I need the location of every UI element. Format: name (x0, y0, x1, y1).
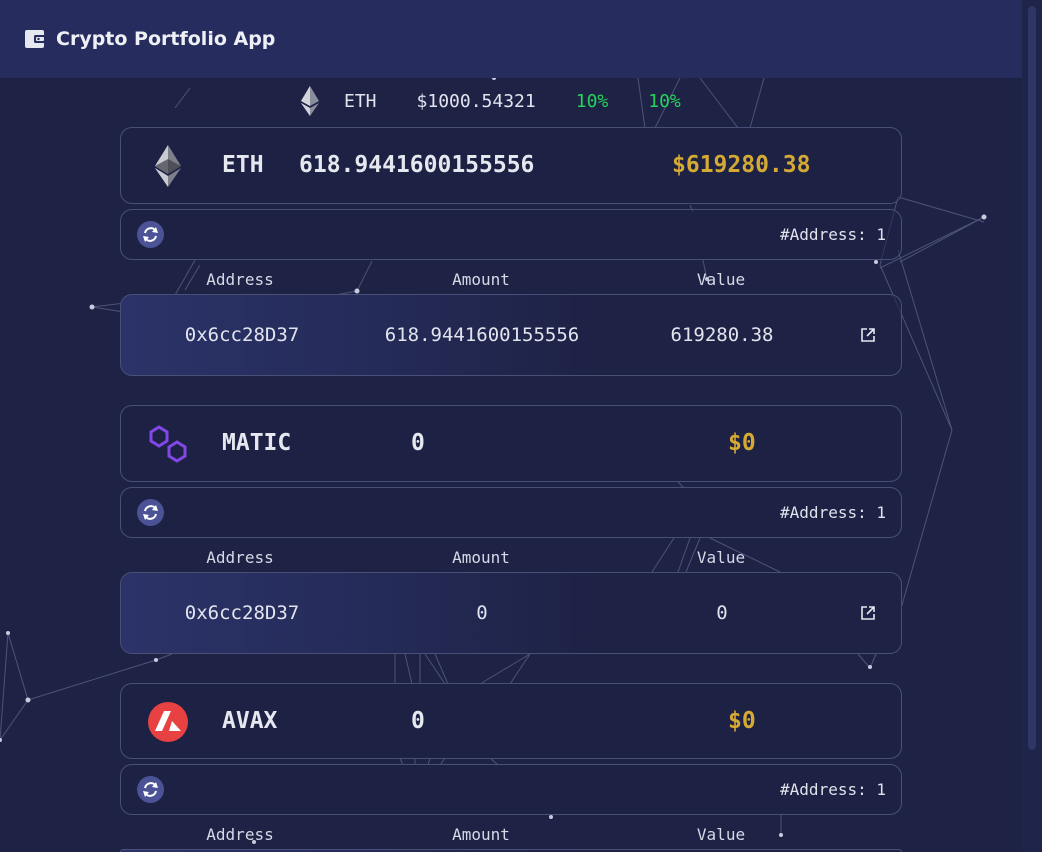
row-amount: 0 (476, 602, 488, 624)
column-header-amount: Amount (452, 825, 510, 844)
refresh-button[interactable] (137, 221, 164, 248)
avax-logo-icon (148, 702, 188, 742)
eth-icon (301, 86, 319, 116)
refresh-bar-eth: #Address: 1 (120, 209, 902, 260)
column-header-amount: Amount (452, 548, 510, 567)
row-value: 0 (716, 602, 728, 624)
address-count: #Address: 1 (780, 225, 886, 244)
coin-symbol: MATIC (222, 430, 292, 456)
coin-amount: 0 (411, 430, 425, 456)
wallet-icon (25, 30, 46, 48)
coin-card-matic[interactable]: MATIC 0 $0 (120, 405, 902, 482)
coin-card-avax[interactable]: AVAX 0 $0 (120, 683, 902, 759)
coin-value: $0 (728, 708, 756, 734)
coin-symbol: ETH (222, 152, 264, 178)
column-header-address: Address (206, 548, 274, 567)
coin-value: $0 (728, 430, 756, 456)
coin-amount: 618.9441600155556 (299, 152, 535, 178)
eth-logo-icon (155, 145, 181, 187)
address-row: 0x6cc28D37 0 0 (120, 572, 902, 654)
refresh-icon (143, 505, 158, 520)
row-value: 619280.38 (670, 324, 774, 346)
external-link-icon[interactable] (860, 605, 876, 621)
row-amount: 618.9441600155556 (384, 324, 580, 346)
ticker-change-2: 10% (648, 90, 681, 112)
refresh-button[interactable] (137, 776, 164, 803)
matic-logo-icon (149, 425, 187, 463)
scrollbar[interactable] (1022, 0, 1042, 852)
coin-amount: 0 (411, 708, 425, 734)
column-header-value: Value (696, 270, 746, 289)
price-ticker: ETH $1000.54321 10% 10% (300, 86, 681, 116)
refresh-icon (143, 227, 158, 242)
external-link-icon[interactable] (860, 327, 876, 343)
refresh-button[interactable] (137, 499, 164, 526)
column-header-value: Value (696, 548, 746, 567)
scroll-thumb[interactable] (1028, 6, 1036, 750)
column-header-amount: Amount (452, 270, 510, 289)
ticker-price: $1000.54321 (416, 90, 536, 112)
refresh-bar-avax: #Address: 1 (120, 764, 902, 815)
row-address: 0x6cc28D37 (184, 602, 300, 624)
ticker-change-1: 10% (575, 90, 609, 112)
row-address: 0x6cc28D37 (184, 324, 300, 346)
address-count: #Address: 1 (780, 780, 886, 799)
refresh-bar-matic: #Address: 1 (120, 487, 902, 538)
coin-symbol: AVAX (222, 708, 278, 734)
coin-card-eth[interactable]: ETH 618.9441600155556 $619280.38 (120, 127, 902, 204)
app-title: Crypto Portfolio App (56, 28, 276, 50)
address-row: 0x6cc28D37 618.9441600155556 619280.38 (120, 294, 902, 376)
column-header-address: Address (206, 825, 274, 844)
ticker-symbol: ETH (344, 90, 377, 112)
address-count: #Address: 1 (780, 503, 886, 522)
column-header-address: Address (206, 270, 274, 289)
column-header-value: Value (696, 825, 746, 844)
app-header: Crypto Portfolio App (0, 0, 1022, 78)
refresh-icon (143, 782, 158, 797)
coin-value: $619280.38 (672, 152, 811, 178)
